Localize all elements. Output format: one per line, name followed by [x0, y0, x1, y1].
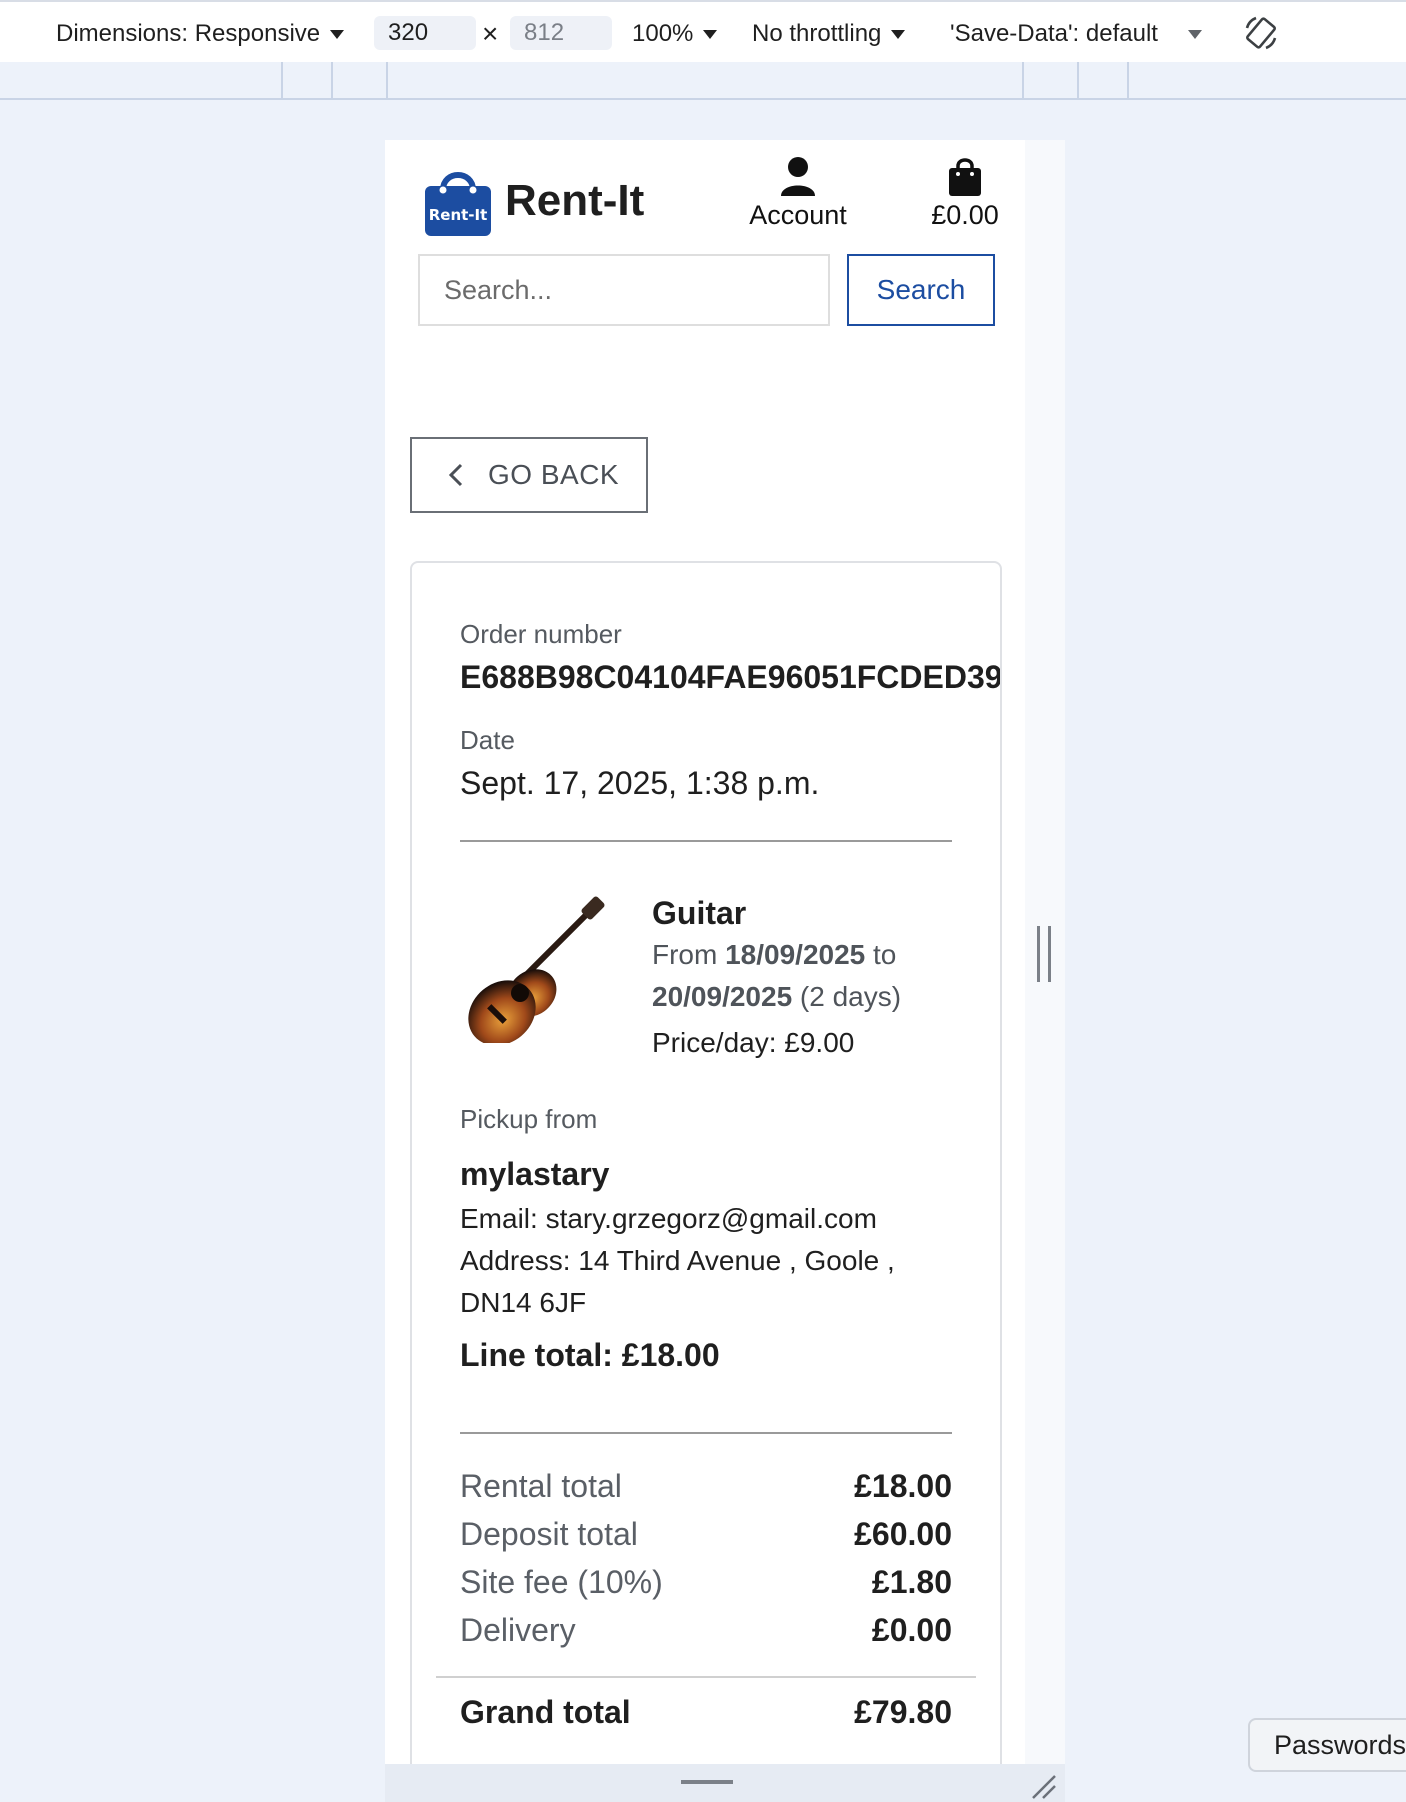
passwords-popup[interactable]: Passwords: [1248, 1718, 1406, 1772]
zoom-label: 100%: [632, 20, 694, 47]
chevron-down-icon: [1187, 29, 1202, 39]
line-total: Line total: £18.00: [460, 1337, 720, 1373]
rental-duration: (2 days): [799, 981, 902, 1012]
brand-name[interactable]: Rent-It: [505, 176, 644, 226]
ruler-mark[interactable]: [1077, 62, 1079, 100]
grand-total-row: Grand total £79.80: [460, 1694, 952, 1731]
start-date: 18/09/2025: [725, 939, 866, 970]
divider: [460, 1432, 952, 1434]
media-query-ruler: [0, 62, 1406, 100]
item-name[interactable]: Guitar: [652, 895, 746, 932]
grand-total-value: £79.80: [854, 1694, 952, 1730]
summary-label: Site fee (10%): [460, 1564, 663, 1600]
go-back-label: GO BACK: [488, 459, 620, 490]
device-viewport: Rent-It Rent-It Account £0.00 Search GO …: [385, 140, 1025, 1764]
summary-label: Delivery: [460, 1612, 576, 1648]
rotate-icon[interactable]: [1242, 14, 1280, 52]
cart-link[interactable]: £0.00: [905, 156, 1025, 231]
pickup-address-line1: Address: 14 Third Avenue , Goole ,: [460, 1245, 895, 1276]
summary-value: £60.00: [854, 1516, 952, 1552]
grand-total-label: Grand total: [460, 1694, 631, 1730]
search-input[interactable]: [418, 254, 830, 326]
save-data-dropdown[interactable]: 'Save-Data': default: [950, 16, 1202, 52]
rental-period-line2: 20/09/2025 (2 days): [652, 981, 901, 1013]
dimensions-dropdown[interactable]: Dimensions: Responsive: [56, 16, 345, 52]
cart-total: £0.00: [931, 200, 999, 230]
summary-label: Rental total: [460, 1468, 622, 1504]
throttling-label: No throttling: [752, 20, 882, 47]
summary-value: £0.00: [871, 1612, 952, 1648]
resize-handle-right[interactable]: [1037, 926, 1051, 982]
throttling-dropdown[interactable]: No throttling: [752, 16, 906, 52]
chevron-left-icon: [448, 463, 463, 487]
width-input[interactable]: 320: [374, 16, 476, 50]
summary-row-delivery: Delivery £0.00: [460, 1612, 952, 1649]
resize-handle-bottom[interactable]: [681, 1780, 733, 1784]
order-number: E688B98C04104FAE96051FCDED394: [460, 659, 1002, 695]
chevron-down-icon: [891, 29, 906, 39]
search-button[interactable]: Search: [847, 254, 995, 326]
resize-corner-icon[interactable]: [1029, 1772, 1057, 1800]
shopping-bag-icon: [949, 158, 981, 196]
account-label: Account: [749, 200, 847, 230]
divider: [436, 1676, 976, 1678]
times-separator: ×: [482, 18, 499, 49]
rent-it-bag-logo[interactable]: Rent-It: [423, 166, 493, 238]
ruler-mark[interactable]: [281, 62, 283, 100]
pickup-email: Email: stary.grzegorz@gmail.com: [460, 1203, 877, 1234]
height-input[interactable]: 812: [510, 16, 612, 50]
ruler-mark[interactable]: [386, 62, 388, 100]
user-icon: [781, 157, 815, 196]
divider: [460, 840, 952, 842]
order-date: Sept. 17, 2025, 1:38 p.m.: [460, 765, 820, 801]
account-link[interactable]: Account: [723, 156, 873, 231]
order-detail-card: Order number E688B98C04104FAE96051FCDED3…: [410, 561, 1002, 1764]
chevron-down-icon: [330, 29, 345, 39]
pickup-owner: mylastary: [460, 1156, 610, 1192]
from-prefix: From: [652, 939, 718, 970]
price-per-day: Price/day: £9.00: [652, 1027, 855, 1058]
dimensions-label: Dimensions: Responsive: [56, 20, 321, 47]
guitar-image[interactable]: [462, 893, 612, 1043]
ruler-mark[interactable]: [1127, 62, 1129, 100]
summary-row-rental: Rental total £18.00: [460, 1468, 952, 1505]
devtools-device-toolbar: Dimensions: Responsive 320 × 812 100% No…: [0, 0, 1406, 62]
pickup-label: Pickup from: [460, 1104, 598, 1134]
chevron-down-icon: [703, 29, 718, 39]
summary-value: £1.80: [871, 1564, 952, 1600]
pickup-address-line2: DN14 6JF: [460, 1287, 587, 1318]
to-word: to: [873, 939, 897, 970]
save-data-label: 'Save-Data': default: [950, 20, 1158, 47]
summary-row-deposit: Deposit total £60.00: [460, 1516, 952, 1553]
go-back-button[interactable]: GO BACK: [410, 437, 648, 513]
viewport-bottom-bar: [385, 1764, 1065, 1802]
zoom-dropdown[interactable]: 100%: [632, 16, 718, 52]
summary-value: £18.00: [854, 1468, 952, 1504]
rental-period-line1: From 18/09/2025 to: [652, 939, 896, 971]
ruler-mark[interactable]: [331, 62, 333, 100]
summary-label: Deposit total: [460, 1516, 638, 1552]
end-date: 20/09/2025: [652, 981, 793, 1012]
logo-text: Rent-It: [429, 206, 488, 224]
summary-row-site-fee: Site fee (10%) £1.80: [460, 1564, 952, 1601]
ruler-mark[interactable]: [1022, 62, 1024, 100]
order-number-label: Order number: [460, 619, 622, 649]
date-label: Date: [460, 725, 515, 755]
